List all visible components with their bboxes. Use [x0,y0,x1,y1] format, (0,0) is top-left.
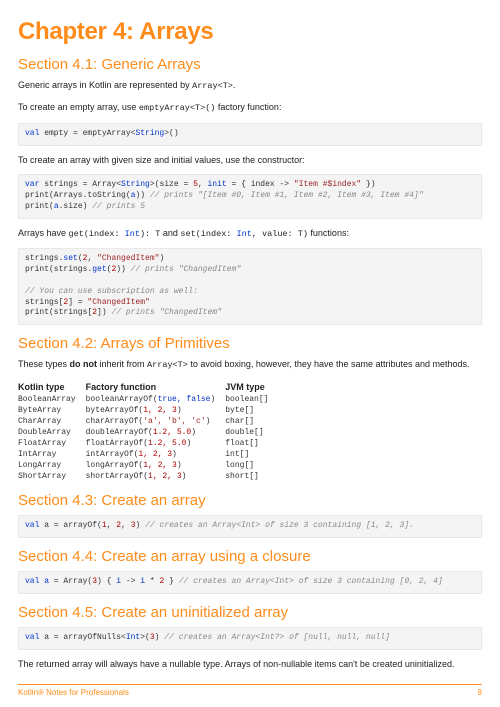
primitives-table: Kotlin type Factory function JVM type Bo… [18,380,278,482]
section-41-heading: Section 4.1: Generic Arrays [18,56,482,73]
section-44-heading: Section 4.4: Create an array using a clo… [18,548,482,565]
table-row: CharArraycharArrayOf('a', 'b', 'c')char[… [18,416,278,427]
s43-code: val a = arrayOf(1, 2, 3) // creates an A… [18,515,482,538]
page-footer: Kotlin® Notes for Professionals 9 [18,684,482,697]
table-row: BooleanArraybooleanArrayOf(true, false)b… [18,394,278,405]
s45-p: The returned array will always have a nu… [18,658,482,671]
section-42-heading: Section 4.2: Arrays of Primitives [18,335,482,352]
s41-p3: To create an array with given size and i… [18,154,482,167]
section-45-heading: Section 4.5: Create an uninitialized arr… [18,604,482,621]
footer-left: Kotlin® Notes for Professionals [18,688,129,697]
footer-right: 9 [478,688,482,697]
s45-code: val a = arrayOfNulls<Int>(3) // creates … [18,627,482,650]
s41-code3: strings.set(2, "ChangedItem") print(stri… [18,248,482,325]
chapter-title: Chapter 4: Arrays [18,18,482,46]
table-row: ByteArraybyteArrayOf(1, 2, 3)byte[] [18,405,278,416]
section-43-heading: Section 4.3: Create an array [18,492,482,509]
table-row: LongArraylongArrayOf(1, 2, 3)long[] [18,460,278,471]
table-row: DoubleArraydoubleArrayOf(1.2, 5.0)double… [18,427,278,438]
s41-p2: To create an empty array, use emptyArray… [18,101,482,115]
s41-p1: Generic arrays in Kotlin are represented… [18,79,482,93]
th-kotlin: Kotlin type [18,380,86,394]
s41-code2: var strings = Array<String>(size = 5, in… [18,174,482,218]
s44-code: val a = Array(3) { i -> i * 2 } // creat… [18,571,482,594]
table-row: FloatArrayfloatArrayOf(1.2, 5.0)float[] [18,438,278,449]
s41-p4: Arrays have get(index: Int): T and set(i… [18,227,482,241]
th-factory: Factory function [86,380,226,394]
th-jvm: JVM type [225,380,278,394]
s41-code1: val empty = emptyArray<String>() [18,123,482,146]
s42-p1: These types do not inherit from Array<T>… [18,358,482,372]
table-row: IntArrayintArrayOf(1, 2, 3)int[] [18,449,278,460]
table-row: ShortArrayshortArrayOf(1, 2, 3)short[] [18,471,278,482]
